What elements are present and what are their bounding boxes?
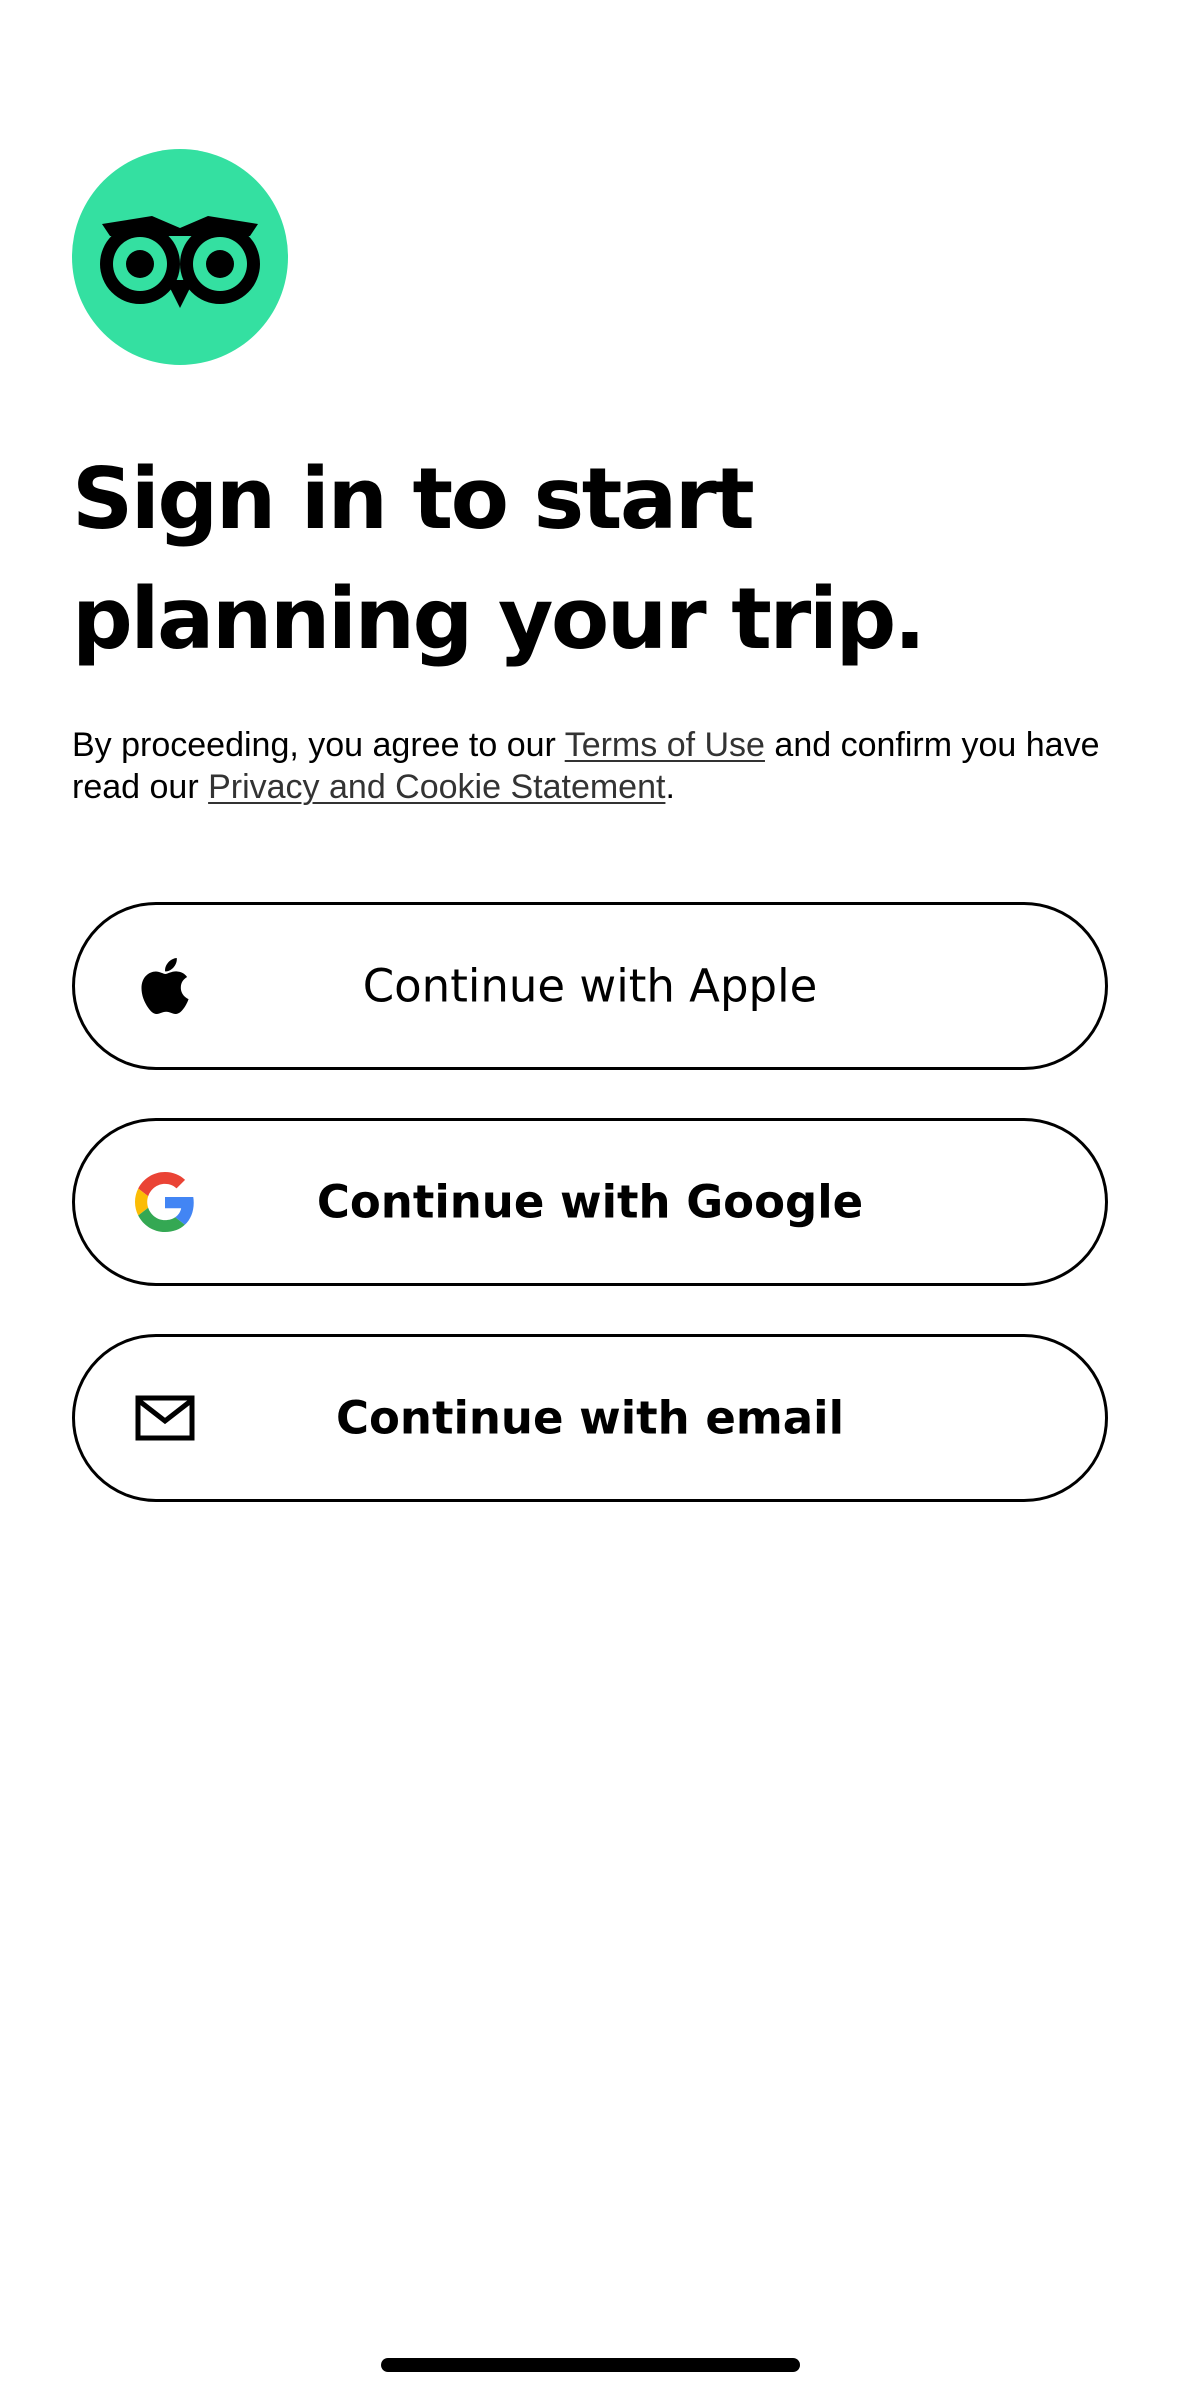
legal-notice: By proceeding, you agree to our Terms of… [72,724,1132,808]
page-title: Sign in to start planning your trip. [72,450,926,669]
terms-of-use-link[interactable]: Terms of Use [565,726,765,764]
continue-with-apple-button[interactable]: Continue with Apple [72,902,1108,1070]
email-button-label: Continue with email [335,1391,844,1445]
legal-text-prefix: By proceeding, you agree to our [72,726,565,764]
continue-with-google-button[interactable]: Continue with Google [72,1118,1108,1286]
tripadvisor-logo [72,149,288,365]
legal-text-suffix: . [665,768,675,806]
continue-with-email-button[interactable]: Continue with email [72,1334,1108,1502]
google-button-label: Continue with Google [316,1175,864,1229]
privacy-cookie-statement-link[interactable]: Privacy and Cookie Statement [208,768,665,806]
home-indicator[interactable] [381,2358,800,2372]
tripadvisor-owl-icon [100,216,260,308]
apple-button-label: Continue with Apple [362,959,818,1013]
